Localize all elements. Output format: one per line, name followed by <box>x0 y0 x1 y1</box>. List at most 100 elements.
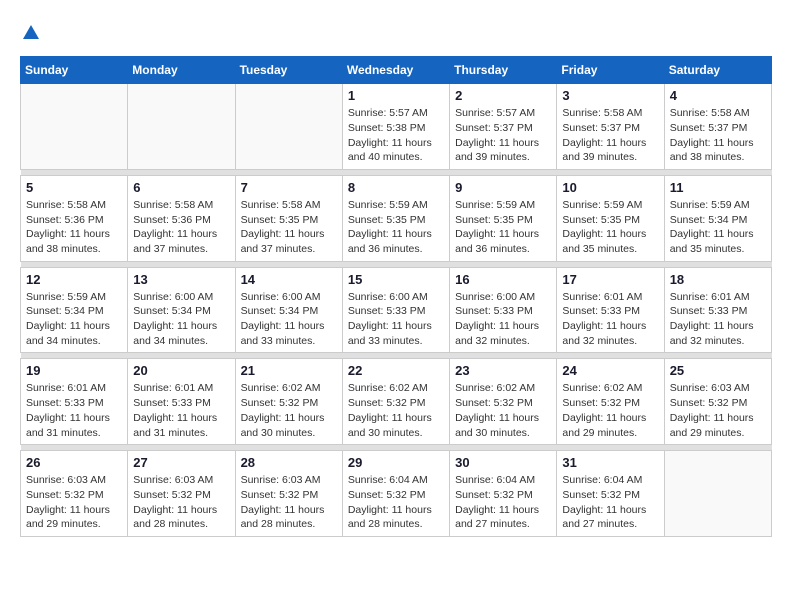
calendar-cell: 23 Sunrise: 6:02 AM Sunset: 5:32 PM Dayli… <box>450 359 557 445</box>
calendar-week-row: 1 Sunrise: 5:57 AM Sunset: 5:38 PM Daylig… <box>21 84 772 170</box>
day-info: Sunrise: 6:04 AM Sunset: 5:32 PM Dayligh… <box>348 473 444 532</box>
calendar-cell: 6 Sunrise: 5:58 AM Sunset: 5:36 PM Daylig… <box>128 175 235 261</box>
day-info: Sunrise: 6:03 AM Sunset: 5:32 PM Dayligh… <box>133 473 229 532</box>
calendar-cell: 25Sunrise: 6:03 AM Sunset: 5:32 PM Dayli… <box>664 359 771 445</box>
day-number: 18 <box>670 272 766 287</box>
day-info: Sunrise: 6:02 AM Sunset: 5:32 PM Dayligh… <box>562 381 658 440</box>
calendar-cell: 18 Sunrise: 6:01 AM Sunset: 5:33 PM Dayli… <box>664 267 771 353</box>
day-info: Sunrise: 6:00 AM Sunset: 5:34 PM Dayligh… <box>241 290 337 349</box>
day-number: 6 <box>133 180 229 195</box>
calendar-cell: 2 Sunrise: 5:57 AM Sunset: 5:37 PM Daylig… <box>450 84 557 170</box>
calendar-cell: 8Sunrise: 5:59 AM Sunset: 5:35 PM Daylig… <box>342 175 449 261</box>
weekday-header: Tuesday <box>235 57 342 84</box>
weekday-header: Monday <box>128 57 235 84</box>
day-number: 2 <box>455 88 551 103</box>
day-info: Sunrise: 6:02 AM Sunset: 5:32 PM Dayligh… <box>241 381 337 440</box>
day-number: 8 <box>348 180 444 195</box>
day-info: Sunrise: 6:03 AM Sunset: 5:32 PM Dayligh… <box>670 381 766 440</box>
calendar-cell: 17 Sunrise: 6:01 AM Sunset: 5:33 PM Dayli… <box>557 267 664 353</box>
day-number: 4 <box>670 88 766 103</box>
calendar: SundayMondayTuesdayWednesdayThursdayFrid… <box>20 56 772 537</box>
day-info: Sunrise: 5:59 AM Sunset: 5:35 PM Dayligh… <box>562 198 658 257</box>
day-number: 14 <box>241 272 337 287</box>
day-number: 10 <box>562 180 658 195</box>
day-info: Sunrise: 5:59 AM Sunset: 5:35 PM Dayligh… <box>455 198 551 257</box>
day-number: 15 <box>348 272 444 287</box>
day-number: 27 <box>133 455 229 470</box>
logo <box>20 20 42 40</box>
calendar-cell <box>128 84 235 170</box>
day-number: 5 <box>26 180 122 195</box>
weekday-header: Wednesday <box>342 57 449 84</box>
day-info: Sunrise: 5:59 AM Sunset: 5:34 PM Dayligh… <box>26 290 122 349</box>
day-info: Sunrise: 6:02 AM Sunset: 5:32 PM Dayligh… <box>348 381 444 440</box>
day-info: Sunrise: 5:57 AM Sunset: 5:37 PM Dayligh… <box>455 106 551 165</box>
day-number: 1 <box>348 88 444 103</box>
day-info: Sunrise: 5:58 AM Sunset: 5:35 PM Dayligh… <box>241 198 337 257</box>
calendar-cell <box>21 84 128 170</box>
calendar-cell: 24 Sunrise: 6:02 AM Sunset: 5:32 PM Dayli… <box>557 359 664 445</box>
day-number: 11 <box>670 180 766 195</box>
calendar-cell: 15Sunrise: 6:00 AM Sunset: 5:33 PM Dayli… <box>342 267 449 353</box>
calendar-cell: 5 Sunrise: 5:58 AM Sunset: 5:36 PM Daylig… <box>21 175 128 261</box>
day-info: Sunrise: 5:58 AM Sunset: 5:36 PM Dayligh… <box>133 198 229 257</box>
day-info: Sunrise: 6:01 AM Sunset: 5:33 PM Dayligh… <box>26 381 122 440</box>
day-number: 17 <box>562 272 658 287</box>
weekday-header: Thursday <box>450 57 557 84</box>
day-number: 30 <box>455 455 551 470</box>
calendar-cell: 26Sunrise: 6:03 AM Sunset: 5:32 PM Dayli… <box>21 451 128 537</box>
day-info: Sunrise: 6:03 AM Sunset: 5:32 PM Dayligh… <box>26 473 122 532</box>
day-info: Sunrise: 6:01 AM Sunset: 5:33 PM Dayligh… <box>133 381 229 440</box>
day-number: 7 <box>241 180 337 195</box>
weekday-header-row: SundayMondayTuesdayWednesdayThursdayFrid… <box>21 57 772 84</box>
day-info: Sunrise: 6:04 AM Sunset: 5:32 PM Dayligh… <box>562 473 658 532</box>
calendar-cell: 13 Sunrise: 6:00 AM Sunset: 5:34 PM Dayli… <box>128 267 235 353</box>
calendar-cell: 27 Sunrise: 6:03 AM Sunset: 5:32 PM Dayli… <box>128 451 235 537</box>
calendar-week-row: 26Sunrise: 6:03 AM Sunset: 5:32 PM Dayli… <box>21 451 772 537</box>
calendar-cell: 1 Sunrise: 5:57 AM Sunset: 5:38 PM Daylig… <box>342 84 449 170</box>
day-info: Sunrise: 6:02 AM Sunset: 5:32 PM Dayligh… <box>455 381 551 440</box>
calendar-cell: 12 Sunrise: 5:59 AM Sunset: 5:34 PM Dayli… <box>21 267 128 353</box>
day-info: Sunrise: 6:03 AM Sunset: 5:32 PM Dayligh… <box>241 473 337 532</box>
calendar-week-row: 5 Sunrise: 5:58 AM Sunset: 5:36 PM Daylig… <box>21 175 772 261</box>
day-info: Sunrise: 5:58 AM Sunset: 5:36 PM Dayligh… <box>26 198 122 257</box>
day-number: 16 <box>455 272 551 287</box>
calendar-cell: 22Sunrise: 6:02 AM Sunset: 5:32 PM Dayli… <box>342 359 449 445</box>
calendar-cell: 9 Sunrise: 5:59 AM Sunset: 5:35 PM Daylig… <box>450 175 557 261</box>
day-number: 23 <box>455 363 551 378</box>
day-number: 31 <box>562 455 658 470</box>
calendar-cell: 11 Sunrise: 5:59 AM Sunset: 5:34 PM Dayli… <box>664 175 771 261</box>
calendar-cell: 16Sunrise: 6:00 AM Sunset: 5:33 PM Dayli… <box>450 267 557 353</box>
calendar-cell: 21 Sunrise: 6:02 AM Sunset: 5:32 PM Dayli… <box>235 359 342 445</box>
calendar-week-row: 19 Sunrise: 6:01 AM Sunset: 5:33 PM Dayli… <box>21 359 772 445</box>
calendar-cell: 29 Sunrise: 6:04 AM Sunset: 5:32 PM Dayli… <box>342 451 449 537</box>
day-info: Sunrise: 5:57 AM Sunset: 5:38 PM Dayligh… <box>348 106 444 165</box>
day-number: 20 <box>133 363 229 378</box>
calendar-cell <box>664 451 771 537</box>
day-info: Sunrise: 6:00 AM Sunset: 5:34 PM Dayligh… <box>133 290 229 349</box>
day-number: 3 <box>562 88 658 103</box>
day-number: 9 <box>455 180 551 195</box>
day-info: Sunrise: 5:59 AM Sunset: 5:34 PM Dayligh… <box>670 198 766 257</box>
calendar-cell: 10 Sunrise: 5:59 AM Sunset: 5:35 PM Dayli… <box>557 175 664 261</box>
day-number: 24 <box>562 363 658 378</box>
day-info: Sunrise: 6:01 AM Sunset: 5:33 PM Dayligh… <box>670 290 766 349</box>
day-number: 29 <box>348 455 444 470</box>
calendar-cell: 30 Sunrise: 6:04 AM Sunset: 5:32 PM Dayli… <box>450 451 557 537</box>
calendar-cell: 7 Sunrise: 5:58 AM Sunset: 5:35 PM Daylig… <box>235 175 342 261</box>
header <box>20 20 772 40</box>
calendar-cell: 4 Sunrise: 5:58 AM Sunset: 5:37 PM Daylig… <box>664 84 771 170</box>
day-number: 19 <box>26 363 122 378</box>
day-number: 13 <box>133 272 229 287</box>
day-number: 21 <box>241 363 337 378</box>
day-info: Sunrise: 5:58 AM Sunset: 5:37 PM Dayligh… <box>562 106 658 165</box>
calendar-cell: 3 Sunrise: 5:58 AM Sunset: 5:37 PM Daylig… <box>557 84 664 170</box>
weekday-header: Saturday <box>664 57 771 84</box>
calendar-cell: 14 Sunrise: 6:00 AM Sunset: 5:34 PM Dayli… <box>235 267 342 353</box>
day-number: 12 <box>26 272 122 287</box>
calendar-week-row: 12 Sunrise: 5:59 AM Sunset: 5:34 PM Dayli… <box>21 267 772 353</box>
day-info: Sunrise: 6:04 AM Sunset: 5:32 PM Dayligh… <box>455 473 551 532</box>
day-info: Sunrise: 6:01 AM Sunset: 5:33 PM Dayligh… <box>562 290 658 349</box>
day-info: Sunrise: 5:58 AM Sunset: 5:37 PM Dayligh… <box>670 106 766 165</box>
calendar-cell: 31 Sunrise: 6:04 AM Sunset: 5:32 PM Dayli… <box>557 451 664 537</box>
